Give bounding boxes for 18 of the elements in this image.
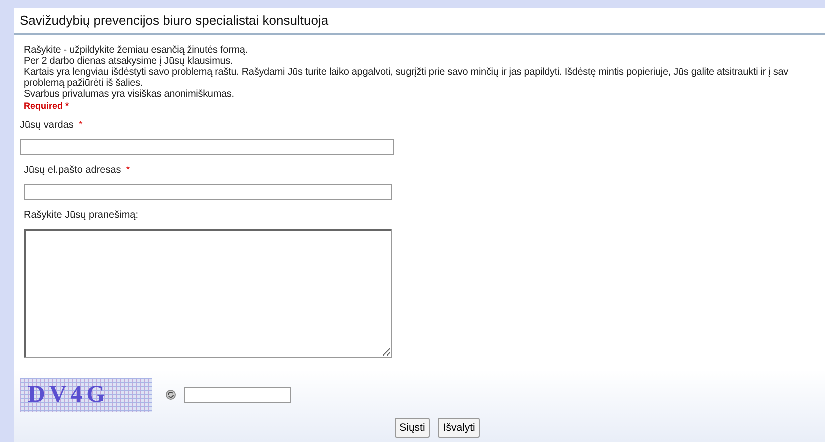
- field-label: Jūsų vardas *: [20, 120, 84, 131]
- field-label: Jūsų el.pašto adresas *: [24, 165, 132, 176]
- message-field[interactable]: [24, 229, 392, 358]
- form-button[interactable]: Išvalyti: [438, 418, 480, 438]
- field-label: Rašykite Jūsų pranešimą:: [24, 210, 140, 221]
- intro-text: Kartais yra lengviau išdėstyti savo problemą raštu. Rašydami Jūs turite laiko apgalvoti, sugrįžti prie savo minčių ir jas papildyti. Išdėstę mintis popieriuje, Jūs galite atsitraukti ir į sav: [24, 67, 790, 78]
- intro-text: Per 2 darbo dienas atsakysime į Jūsų klausimus.: [24, 56, 234, 67]
- refresh-icon[interactable]: [166, 390, 176, 400]
- captcha-image: DV4G: [20, 378, 152, 412]
- captcha-field[interactable]: [184, 387, 291, 403]
- text-field[interactable]: [24, 184, 392, 200]
- intro-text: problemą pažiūrėti iš šalies.: [24, 78, 144, 89]
- intro-text: Rašykite - užpildykite žemiau esančią žinutės formą.: [24, 45, 249, 56]
- form-title: Savižudybių prevencijos biuro specialistai konsultuoja: [14, 8, 825, 35]
- form-button[interactable]: Siųsti: [394, 418, 430, 438]
- intro-text: Svarbus privalumas yra visiškas anonimiškumas.: [24, 89, 236, 100]
- required-note: Required *: [24, 101, 70, 112]
- text-field[interactable]: [20, 139, 394, 155]
